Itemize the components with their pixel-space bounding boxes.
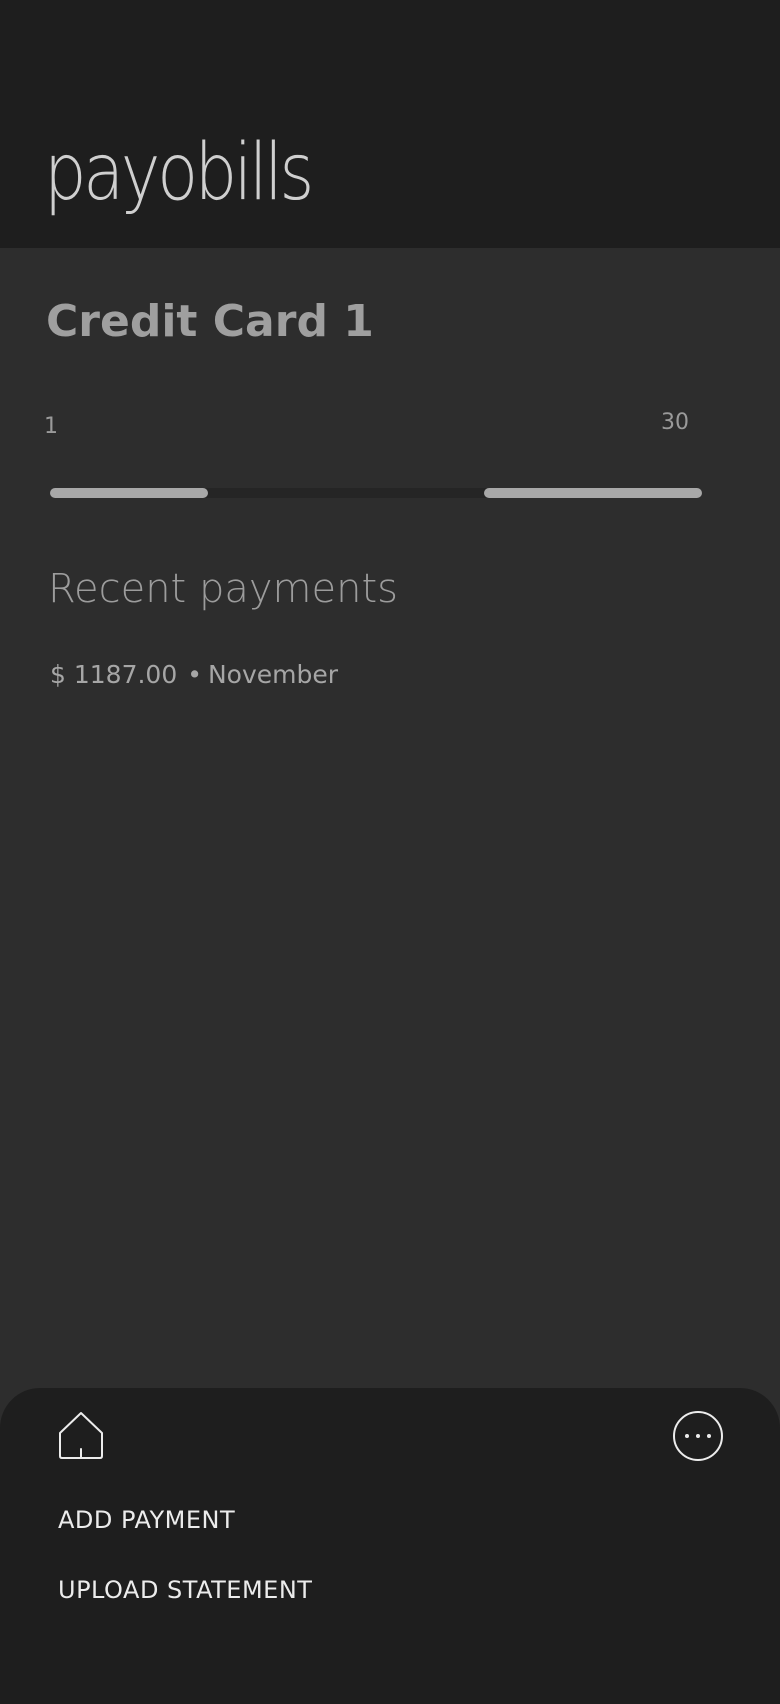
app-screen: payobills Credit Card 1 1 30 Recent paym…: [0, 0, 780, 1704]
home-icon[interactable]: [56, 1410, 108, 1462]
card-title: Credit Card 1: [46, 296, 374, 347]
range-min-label: 1: [44, 414, 58, 439]
bottom-action-sheet: ADD PAYMENT UPLOAD STATEMENT: [0, 1388, 780, 1704]
payment-list-item: $ 1187.00 • November: [50, 660, 338, 689]
payment-separator: •: [187, 660, 202, 689]
payment-amount: $ 1187.00: [50, 660, 178, 689]
billing-cycle-fill-start: [50, 488, 208, 498]
upload-statement-button[interactable]: UPLOAD STATEMENT: [58, 1576, 312, 1604]
billing-cycle-fill-end: [484, 488, 702, 498]
app-header: payobills: [0, 0, 780, 248]
add-payment-button[interactable]: ADD PAYMENT: [58, 1506, 235, 1534]
card-detail: Credit Card 1 1 30 Recent payments $ 118…: [0, 248, 780, 1388]
more-options-icon[interactable]: [672, 1410, 724, 1462]
payment-month: November: [207, 660, 339, 689]
range-max-label: 30: [661, 410, 689, 435]
app-logo: payobills: [44, 128, 314, 218]
billing-cycle-bar: [50, 488, 702, 498]
recent-payments-title: Recent payments: [48, 566, 398, 612]
